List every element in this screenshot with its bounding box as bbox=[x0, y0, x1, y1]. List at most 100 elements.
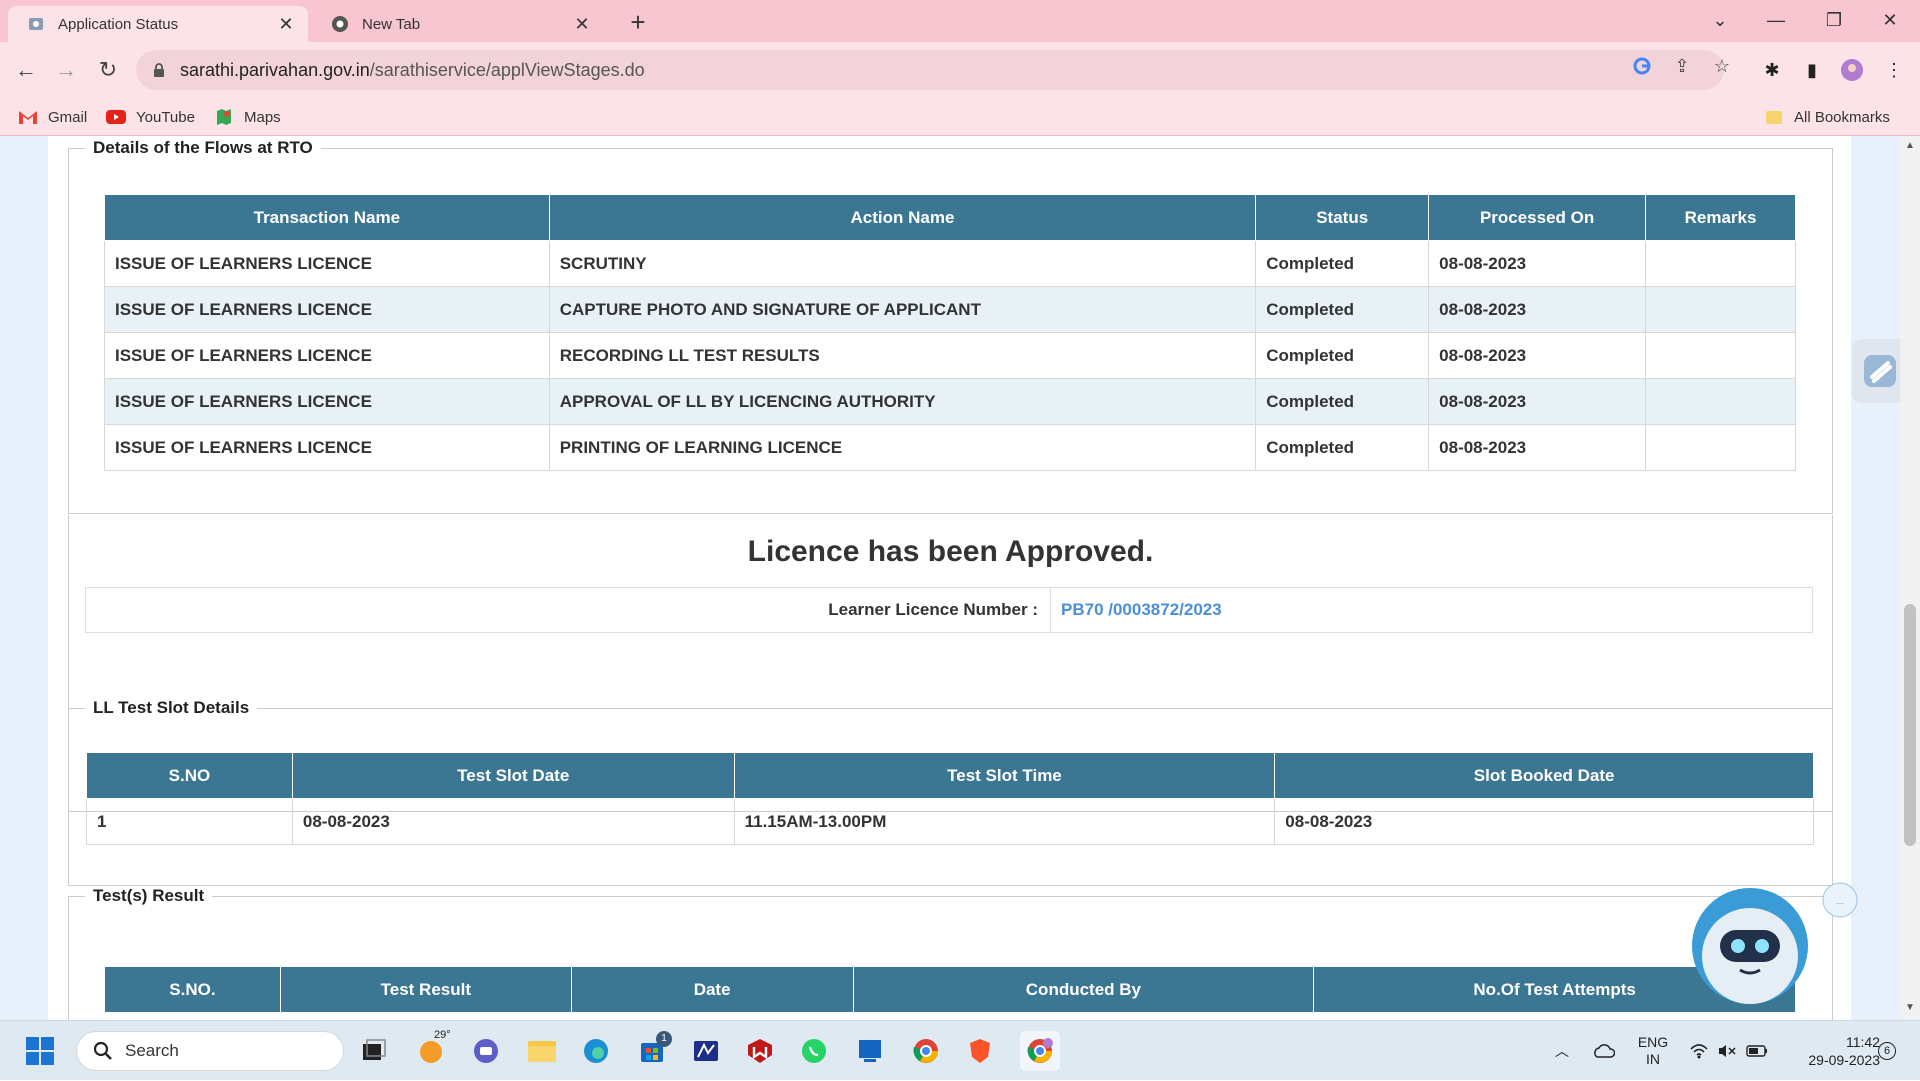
battery-icon[interactable] bbox=[1742, 1021, 1772, 1081]
scroll-down-icon[interactable]: ▼ bbox=[1904, 1002, 1916, 1014]
mcafee-icon[interactable] bbox=[744, 1035, 776, 1067]
bookmark-label: Maps bbox=[244, 108, 281, 126]
table-header-row: S.NO. Test Result Date Conducted By No.O… bbox=[104, 966, 1796, 1013]
taskbar-search[interactable]: Search bbox=[76, 1031, 344, 1071]
cell: Completed bbox=[1255, 286, 1430, 333]
volume-muted-icon[interactable] bbox=[1714, 1021, 1740, 1081]
page-scrollbar[interactable]: ▲ ▼ bbox=[1900, 136, 1920, 1020]
extensions-icon[interactable]: ✱ bbox=[1756, 54, 1788, 86]
onedrive-icon[interactable] bbox=[1588, 1021, 1618, 1081]
store-icon[interactable]: 1 bbox=[636, 1031, 672, 1067]
table-header-row: S.NO Test Slot Date Test Slot Time Slot … bbox=[86, 752, 1814, 799]
cell: ISSUE OF LEARNERS LICENCE bbox=[104, 424, 550, 471]
cell: Completed bbox=[1255, 378, 1430, 425]
results-table: S.NO. Test Result Date Conducted By No.O… bbox=[104, 966, 1796, 1013]
forward-icon[interactable]: → bbox=[50, 54, 82, 86]
windows-start-icon[interactable] bbox=[26, 1037, 54, 1065]
table-header-row: Transaction Name Action Name Status Proc… bbox=[104, 194, 1796, 241]
bookmark-star-icon[interactable]: ☆ bbox=[1708, 52, 1736, 80]
col-sno: S.NO. bbox=[104, 966, 281, 1013]
wifi-icon[interactable] bbox=[1686, 1021, 1712, 1081]
col-action-name: Action Name bbox=[548, 194, 1257, 241]
back-icon[interactable]: ← bbox=[10, 54, 42, 86]
clock[interactable]: 11:42 29-09-2023 bbox=[1780, 1021, 1880, 1081]
col-date: Date bbox=[570, 966, 854, 1013]
lang-top: ENG bbox=[1637, 1034, 1669, 1050]
cell: SCRUTINY bbox=[548, 240, 1257, 287]
bookmark-youtube[interactable]: YouTube bbox=[106, 106, 195, 128]
profile-avatar[interactable] bbox=[1836, 54, 1868, 86]
tab-close-icon[interactable]: ✕ bbox=[570, 12, 594, 36]
scroll-thumb[interactable] bbox=[1904, 604, 1916, 846]
reload-icon[interactable]: ↻ bbox=[92, 54, 124, 86]
cell: Completed bbox=[1255, 332, 1430, 379]
edge-icon[interactable] bbox=[580, 1035, 612, 1067]
chrome-profile-icon[interactable] bbox=[1020, 1031, 1060, 1071]
mail-app-icon[interactable] bbox=[690, 1035, 722, 1067]
approval-message: Licence has been Approved. bbox=[747, 535, 1154, 568]
gmail-icon bbox=[18, 109, 38, 125]
new-tab-button[interactable]: + bbox=[624, 7, 652, 37]
col-status: Status bbox=[1255, 194, 1430, 241]
cell bbox=[1645, 424, 1796, 471]
restore-icon[interactable]: ❐ bbox=[1814, 4, 1854, 36]
whatsapp-icon[interactable] bbox=[798, 1035, 830, 1067]
scroll-up-icon[interactable]: ▲ bbox=[1904, 140, 1916, 152]
table-row: ISSUE OF LEARNERS LICENCE SCRUTINY Compl… bbox=[104, 240, 1796, 287]
maps-icon bbox=[214, 109, 234, 125]
chatbot-avatar[interactable]: ... bbox=[1690, 880, 1860, 1020]
share-icon[interactable]: ⇪ bbox=[1668, 52, 1696, 80]
cell: Completed bbox=[1255, 424, 1430, 471]
table-row: ISSUE OF LEARNERS LICENCE APPROVAL OF LL… bbox=[104, 378, 1796, 425]
cell bbox=[1645, 286, 1796, 333]
sidebar-tool-icon bbox=[1864, 355, 1896, 387]
side-panel-icon[interactable]: ▮ bbox=[1796, 54, 1828, 86]
minimize-icon[interactable]: — bbox=[1756, 4, 1796, 36]
chrome-icon bbox=[330, 14, 350, 34]
teams-chat-icon[interactable] bbox=[470, 1035, 502, 1067]
google-icon[interactable] bbox=[1628, 52, 1656, 80]
menu-icon[interactable]: ⋮ bbox=[1878, 54, 1910, 86]
cell: 08-08-2023 bbox=[1274, 798, 1814, 845]
media-app-icon[interactable] bbox=[854, 1035, 886, 1067]
col-slot-booked-date: Slot Booked Date bbox=[1274, 752, 1814, 799]
cell: ISSUE OF LEARNERS LICENCE bbox=[104, 240, 550, 287]
page-viewport: Details of the Flows at RTO Transaction … bbox=[0, 136, 1920, 1020]
bookmarks-bar: Gmail YouTube Maps All Bookmarks bbox=[0, 98, 1920, 136]
weather-icon[interactable]: 29° bbox=[416, 1029, 451, 1067]
tab-title: Application Status bbox=[58, 15, 179, 33]
close-window-icon[interactable]: ✕ bbox=[1870, 4, 1910, 36]
show-hidden-icons-icon[interactable]: ︿ bbox=[1548, 1021, 1576, 1081]
tab-close-icon[interactable]: ✕ bbox=[274, 12, 298, 36]
results-legend: Test(s) Result bbox=[93, 886, 205, 905]
slot-table: S.NO Test Slot Date Test Slot Time Slot … bbox=[86, 752, 1814, 845]
all-bookmarks[interactable]: All Bookmarks bbox=[1764, 106, 1890, 128]
table-row: 1 08-08-2023 11.15AM-13.00PM 08-08-2023 bbox=[86, 798, 1814, 845]
cell: ISSUE OF LEARNERS LICENCE bbox=[104, 332, 550, 379]
tab-new-tab[interactable]: New Tab ✕ bbox=[312, 6, 604, 42]
bookmark-gmail[interactable]: Gmail bbox=[18, 106, 87, 128]
search-placeholder: Search bbox=[125, 1041, 179, 1060]
tab-search-icon[interactable]: ⌄ bbox=[1700, 4, 1740, 36]
youtube-icon bbox=[106, 109, 126, 125]
language-indicator[interactable]: ENG IN bbox=[1630, 1021, 1676, 1081]
col-remarks: Remarks bbox=[1645, 194, 1796, 241]
col-test-result: Test Result bbox=[279, 966, 572, 1013]
col-test-slot-time: Test Slot Time bbox=[733, 752, 1276, 799]
file-explorer-icon[interactable] bbox=[526, 1035, 558, 1067]
task-view-icon[interactable] bbox=[358, 1035, 390, 1067]
table-row: ISSUE OF LEARNERS LICENCE PRINTING OF LE… bbox=[104, 424, 1796, 471]
brave-icon[interactable] bbox=[964, 1035, 996, 1067]
cell: ISSUE OF LEARNERS LICENCE bbox=[104, 286, 550, 333]
address-bar[interactable]: sarathi.parivahan.gov.in/sarathiservice/… bbox=[136, 50, 1724, 90]
bookmark-maps[interactable]: Maps bbox=[214, 106, 281, 128]
notification-center[interactable]: 6 bbox=[1874, 1021, 1900, 1081]
lang-bottom: IN bbox=[1646, 1051, 1660, 1067]
chrome-icon[interactable] bbox=[910, 1035, 942, 1067]
flows-table: Transaction Name Action Name Status Proc… bbox=[104, 194, 1796, 471]
tab-application-status[interactable]: Application Status ✕ bbox=[8, 6, 308, 42]
learner-licence-row: Learner Licence Number : PB70 /0003872/2… bbox=[85, 587, 1813, 633]
col-sno: S.NO bbox=[86, 752, 293, 799]
cell: APPROVAL OF LL BY LICENCING AUTHORITY bbox=[548, 378, 1257, 425]
cell: 1 bbox=[86, 798, 293, 845]
